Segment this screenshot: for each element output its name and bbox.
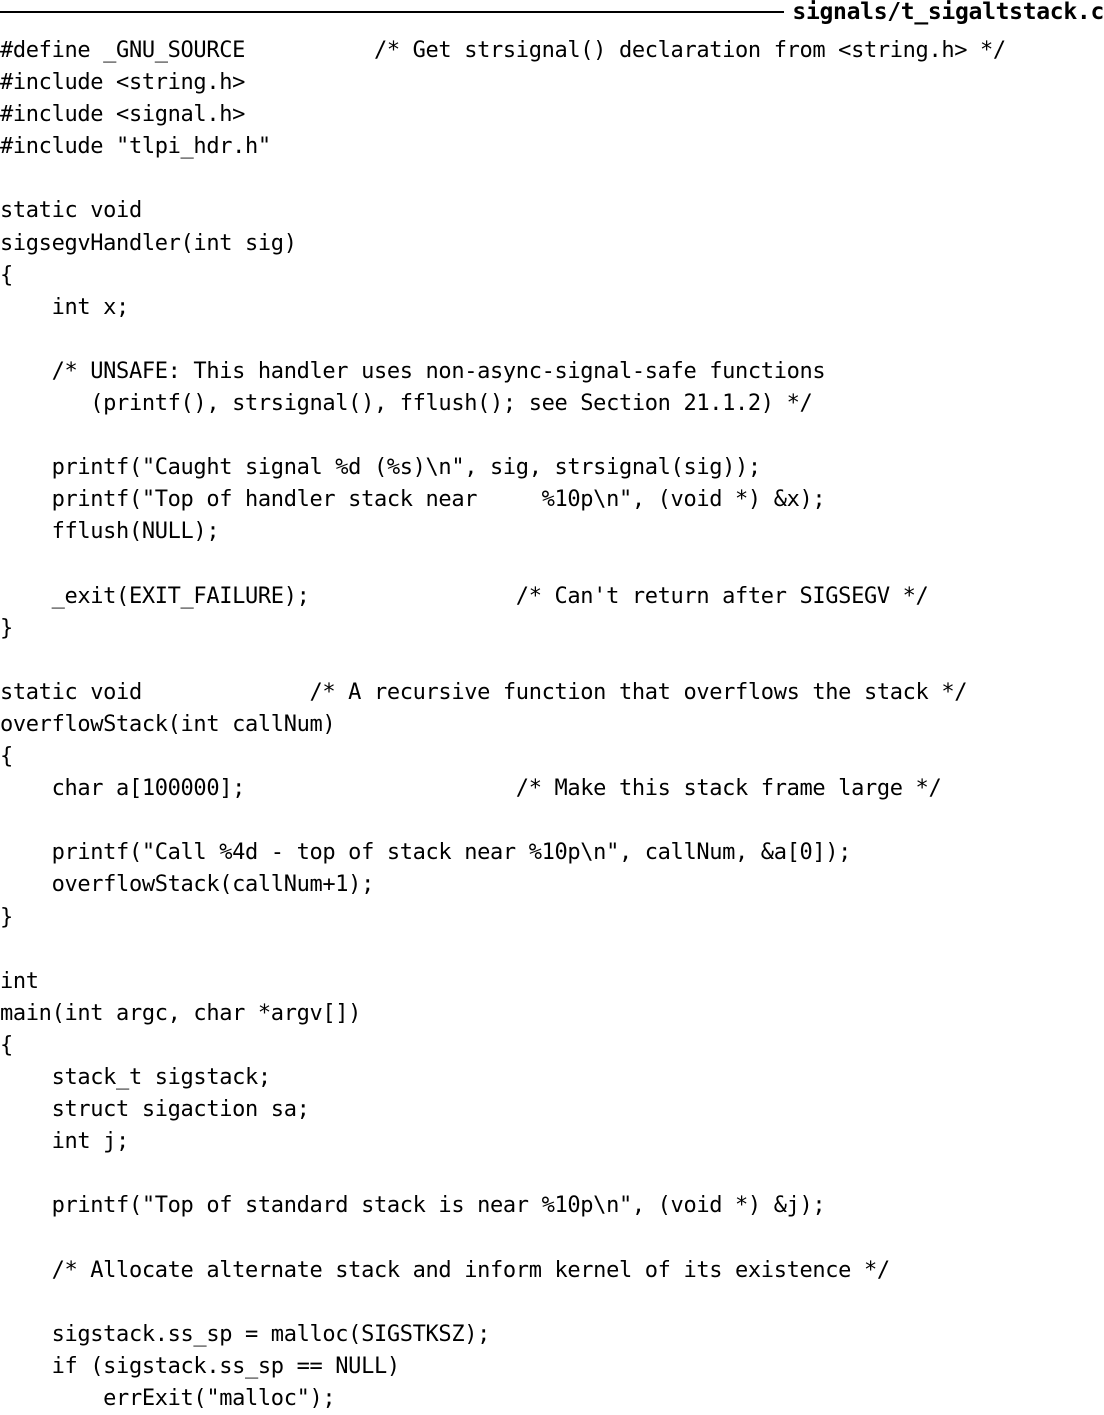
code-line: /* Allocate alternate stack and inform k… xyxy=(0,1257,891,1283)
code-line: overflowStack(callNum+1); xyxy=(0,872,375,898)
code-line: printf("Top of standard stack is near %1… xyxy=(0,1193,826,1219)
listing-filename: signals/t_sigaltstack.c xyxy=(792,0,1104,25)
code-line: int x; xyxy=(0,294,130,320)
code-line: fflush(NULL); xyxy=(0,519,220,545)
code-line: static void xyxy=(0,198,142,224)
code-line: #define _GNU_SOURCE /* Get strsignal() d… xyxy=(0,38,1006,63)
code-line: if (sigstack.ss_sp == NULL) xyxy=(0,1353,401,1379)
code-line: int j; xyxy=(0,1129,130,1155)
code-line: #include <string.h> xyxy=(0,70,246,96)
code-line: } xyxy=(0,904,13,930)
code-line: /* UNSAFE: This handler uses non-async-s… xyxy=(0,358,826,384)
header-rule xyxy=(0,11,785,13)
code-listing: #define _GNU_SOURCE /* Get strsignal() d… xyxy=(0,35,1006,1415)
listing-header: signals/t_sigaltstack.c xyxy=(0,0,1104,26)
code-line: sigstack.ss_sp = malloc(SIGSTKSZ); xyxy=(0,1321,491,1347)
code-line: #include "tlpi_hdr.h" xyxy=(0,134,271,160)
code-line: char a[100000]; /* Make this stack frame… xyxy=(0,776,942,802)
code-line: static void /* A recursive function that… xyxy=(0,679,968,705)
code-line: { xyxy=(0,1032,13,1058)
code-line: struct sigaction sa; xyxy=(0,1097,310,1123)
code-line: #include <signal.h> xyxy=(0,102,246,128)
code-line: main(int argc, char *argv[]) xyxy=(0,1000,362,1026)
code-line: errExit("malloc"); xyxy=(0,1385,336,1411)
code-line: printf("Call %4d - top of stack near %10… xyxy=(0,840,852,866)
code-line: sigsegvHandler(int sig) xyxy=(0,230,297,256)
code-line: (printf(), strsignal(), fflush(); see Se… xyxy=(0,391,813,417)
code-line: printf("Top of handler stack near %10p\n… xyxy=(0,487,826,513)
code-line: stack_t sigstack; xyxy=(0,1065,272,1090)
code-line: overflowStack(int callNum) xyxy=(0,711,336,737)
code-line: _exit(EXIT_FAILURE); /* Can't return aft… xyxy=(0,583,929,609)
code-line: printf("Caught signal %d (%s)\n", sig, s… xyxy=(0,455,762,481)
code-line: { xyxy=(0,744,13,770)
code-line: { xyxy=(0,262,13,288)
code-line: } xyxy=(0,615,13,641)
code-line: int xyxy=(0,968,39,994)
